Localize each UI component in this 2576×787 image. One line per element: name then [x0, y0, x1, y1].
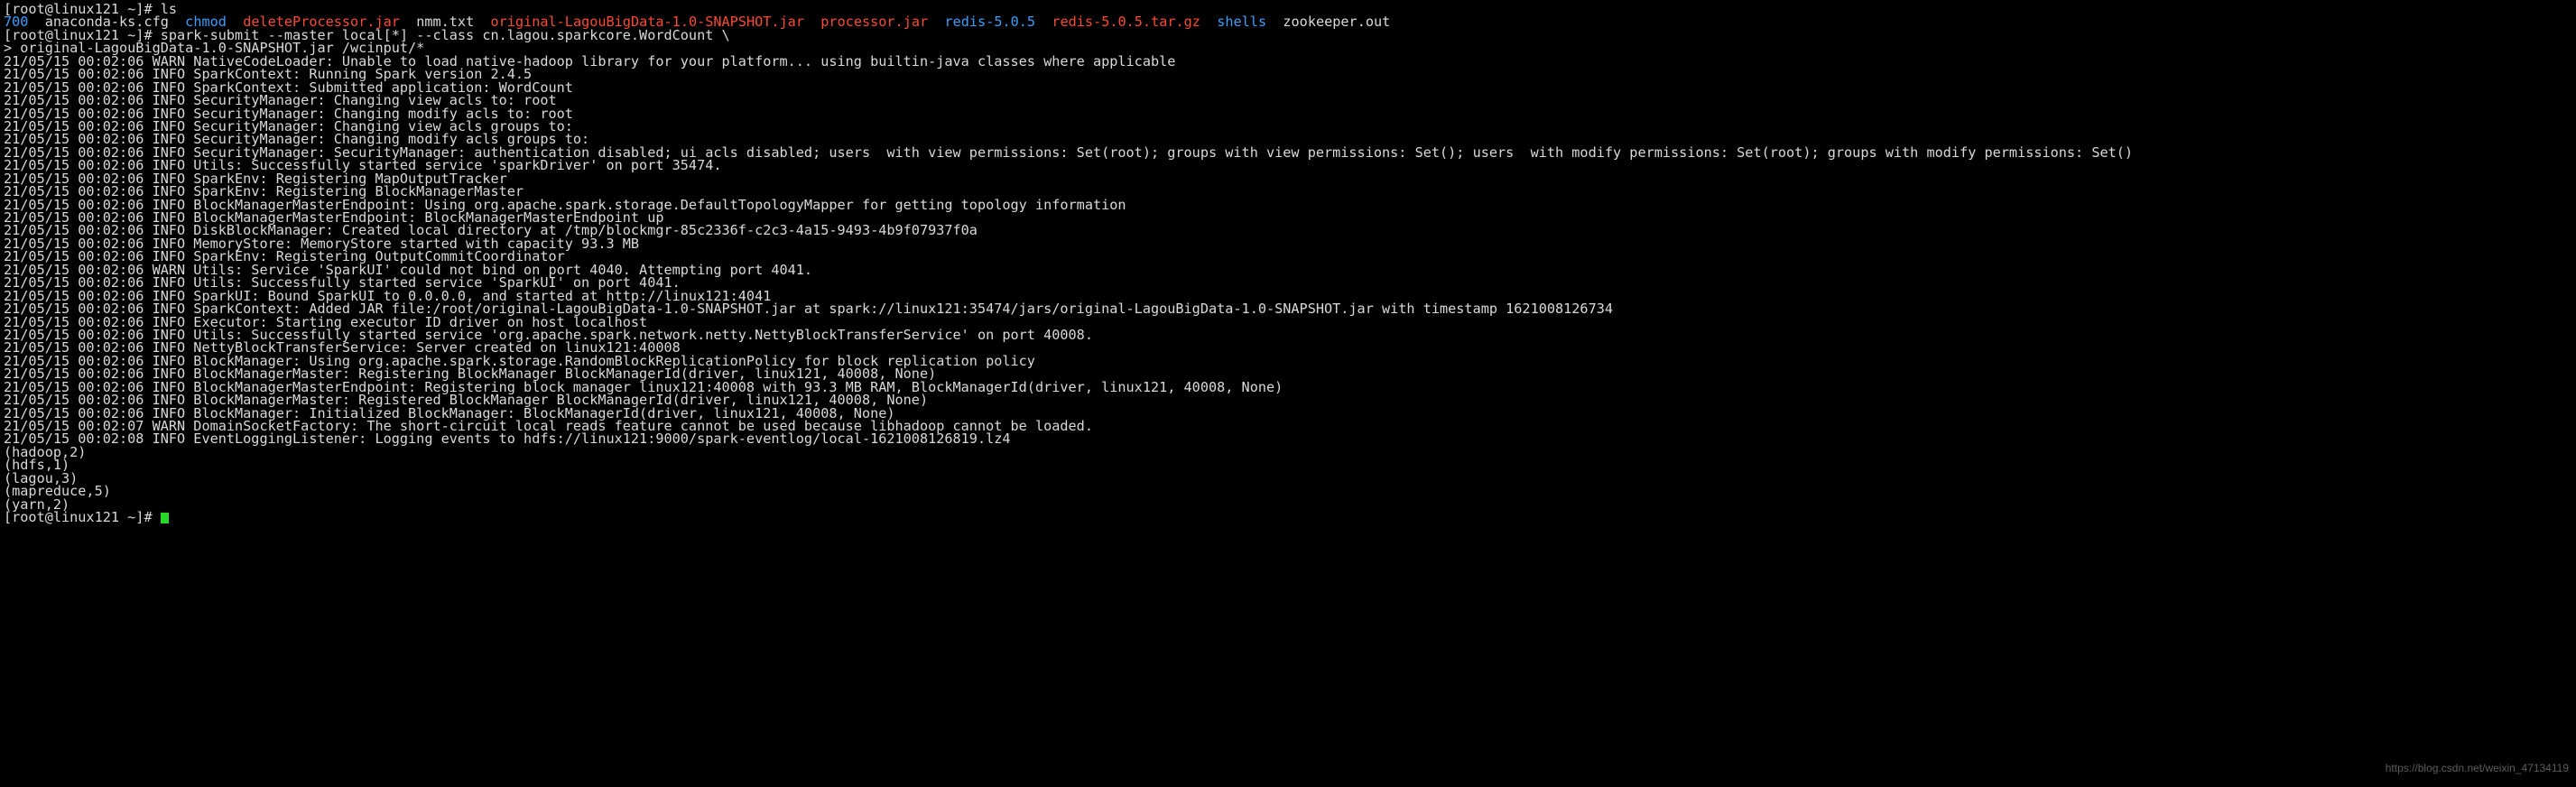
terminal-output: [root@linux121 ~]# ls 700 anaconda-ks.cfg… — [0, 2, 2576, 526]
terminal-line: (yarn,2) — [0, 497, 2576, 511]
block-cursor — [160, 513, 169, 524]
terminal-line: (hdfs,1) — [0, 458, 2576, 472]
terminal-text: processor.jar — [820, 14, 929, 31]
terminal-line: 21/05/15 00:02:08 INFO EventLoggingListe… — [0, 431, 2576, 448]
terminal-line: [root@linux121 ~]# — [0, 509, 2576, 526]
terminal-text: redis-5.0.5 — [944, 14, 1036, 31]
terminal-text: zookeeper.out — [1266, 14, 1391, 31]
terminal-text: [root@linux121 ~]# — [4, 509, 161, 526]
watermark-text: https://blog.csdn.net/weixin_47134119 — [2385, 762, 2569, 774]
terminal-line: (hadoop,2) — [0, 445, 2576, 458]
terminal-line: (mapreduce,5) — [0, 485, 2576, 498]
terminal-text: redis-5.0.5.tar.gz — [1052, 14, 1200, 31]
terminal-line: (lagou,3) — [0, 471, 2576, 485]
terminal-text: 21/05/15 00:02:08 INFO EventLoggingListe… — [4, 431, 1011, 448]
terminal-text: shells — [1217, 14, 1267, 31]
terminal-window[interactable]: [root@linux121 ~]# ls 700 anaconda-ks.cfg… — [0, 0, 2576, 787]
